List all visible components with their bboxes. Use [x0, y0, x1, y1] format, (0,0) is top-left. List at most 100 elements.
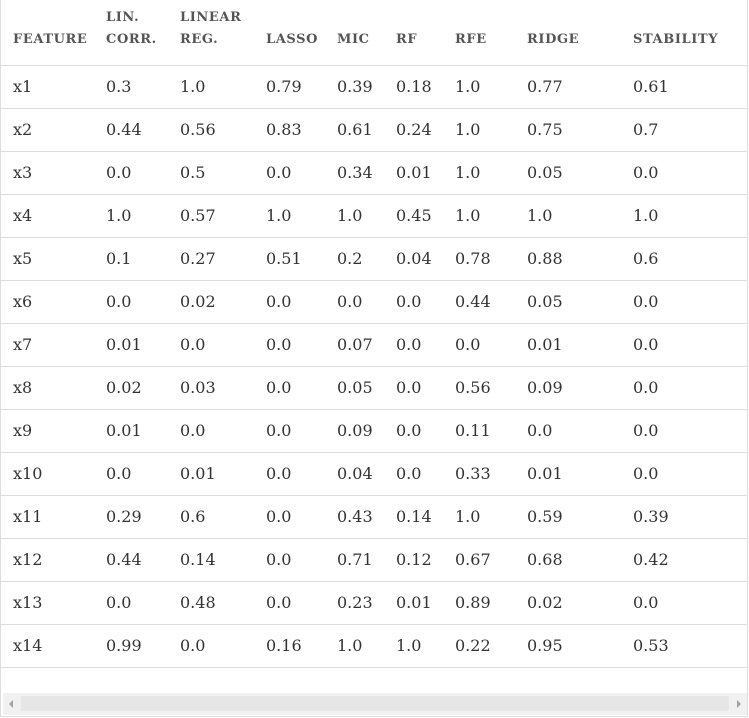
- score-cell: 0.0: [633, 323, 747, 367]
- score-cell: 0.44: [455, 280, 527, 324]
- score-cell: 0.03: [180, 366, 266, 410]
- table-row: x70.010.00.00.070.00.00.010.00.01: [1, 323, 747, 367]
- table-row: x10.31.00.790.390.181.00.770.610.63: [1, 65, 747, 109]
- score-cell: 1.0: [455, 194, 527, 238]
- column-header: RF: [396, 0, 455, 66]
- column-header-label: LINEAR: [180, 9, 242, 25]
- scroll-right-button[interactable]: [731, 693, 747, 715]
- header-row: FEATURE LIN. CORR. LINEAR REG. LASSO MIC RF RFE R…: [1, 0, 747, 66]
- score-cell: 0.01: [396, 581, 455, 625]
- score-cell: 0.2: [337, 237, 396, 281]
- score-cell: 0.59: [527, 495, 633, 539]
- scrollbar-thumb[interactable]: [21, 696, 729, 711]
- score-cell: 0.39: [633, 495, 747, 539]
- score-cell: 0.14: [180, 538, 266, 582]
- score-cell: 0.04: [396, 237, 455, 281]
- score-cell: 0.83: [266, 108, 337, 152]
- table-row: x60.00.020.00.00.00.440.050.00.06: [1, 280, 747, 324]
- score-cell: 1.0: [455, 65, 527, 109]
- score-cell: 1.0: [106, 194, 180, 238]
- column-header-label: LASSO: [266, 31, 319, 47]
- score-cell: 0.0: [266, 538, 337, 582]
- score-cell: 0.01: [527, 452, 633, 496]
- feature-cell: x14: [1, 624, 106, 668]
- score-cell: 0.0: [266, 452, 337, 496]
- column-header-label: FEATURE: [13, 31, 88, 47]
- score-cell: 0.0: [396, 409, 455, 453]
- horizontal-scrollbar[interactable]: [3, 693, 747, 715]
- column-header-label: REG.: [180, 31, 219, 47]
- score-cell: 1.0: [455, 151, 527, 195]
- table-body: x10.31.00.790.390.181.00.770.610.63x20.4…: [1, 65, 747, 668]
- score-cell: 0.0: [396, 323, 455, 367]
- column-header-label: RF: [396, 31, 418, 47]
- score-cell: 0.68: [527, 538, 633, 582]
- column-header-label: RIDGE: [527, 31, 580, 47]
- score-cell: 0.44: [106, 108, 180, 152]
- score-cell: 0.12: [396, 538, 455, 582]
- score-cell: 0.42: [633, 538, 747, 582]
- score-cell: 0.56: [455, 366, 527, 410]
- score-cell: 0.89: [455, 581, 527, 625]
- score-cell: 0.0: [180, 409, 266, 453]
- score-cell: 0.0: [266, 323, 337, 367]
- score-cell: 0.0: [266, 495, 337, 539]
- column-header: LIN. CORR.: [106, 0, 180, 66]
- score-cell: 1.0: [527, 194, 633, 238]
- table-row: x140.990.00.161.01.00.220.950.530.61: [1, 624, 747, 668]
- score-cell: 1.0: [337, 194, 396, 238]
- score-cell: 0.01: [106, 409, 180, 453]
- score-cell: 0.0: [266, 581, 337, 625]
- column-header: FEATURE: [1, 0, 106, 66]
- score-cell: 0.95: [527, 624, 633, 668]
- scroll-left-button[interactable]: [3, 693, 19, 715]
- chevron-right-icon: [736, 700, 742, 708]
- score-cell: 0.0: [180, 323, 266, 367]
- score-cell: 0.0: [633, 409, 747, 453]
- score-cell: 0.11: [455, 409, 527, 453]
- score-cell: 0.07: [337, 323, 396, 367]
- column-header-label: STABILITY: [633, 31, 719, 47]
- table-row: x100.00.010.00.040.00.330.010.00.05: [1, 452, 747, 496]
- score-cell: 0.57: [180, 194, 266, 238]
- feature-cell: x9: [1, 409, 106, 453]
- score-cell: 0.61: [337, 108, 396, 152]
- table-row: x30.00.50.00.340.011.00.050.00.24: [1, 151, 747, 195]
- score-cell: 0.79: [266, 65, 337, 109]
- score-cell: 0.23: [337, 581, 396, 625]
- score-cell: 0.0: [337, 280, 396, 324]
- score-cell: 0.0: [106, 452, 180, 496]
- score-cell: 0.01: [180, 452, 266, 496]
- score-cell: 0.0: [396, 280, 455, 324]
- score-cell: 0.0: [396, 452, 455, 496]
- feature-cell: x1: [1, 65, 106, 109]
- score-cell: 0.67: [455, 538, 527, 582]
- score-cell: 0.0: [633, 280, 747, 324]
- score-cell: 0.0: [106, 280, 180, 324]
- score-cell: 1.0: [337, 624, 396, 668]
- feature-cell: x2: [1, 108, 106, 152]
- score-cell: 0.56: [180, 108, 266, 152]
- score-cell: 0.0: [633, 452, 747, 496]
- score-cell: 0.88: [527, 237, 633, 281]
- score-cell: 0.0: [266, 280, 337, 324]
- table-row: x110.290.60.00.430.141.00.590.390.43: [1, 495, 747, 539]
- score-cell: 0.78: [455, 237, 527, 281]
- column-header-label: MIC: [337, 31, 370, 47]
- column-header: RIDGE: [527, 0, 633, 66]
- score-cell: 1.0: [180, 65, 266, 109]
- score-cell: 0.16: [266, 624, 337, 668]
- column-header: LINEAR REG.: [180, 0, 266, 66]
- score-cell: 0.01: [527, 323, 633, 367]
- score-cell: 0.44: [106, 538, 180, 582]
- chevron-left-icon: [8, 700, 14, 708]
- score-cell: 0.1: [106, 237, 180, 281]
- score-cell: 0.0: [266, 366, 337, 410]
- table-row: x80.020.030.00.050.00.560.090.00.09: [1, 366, 747, 410]
- score-cell: 0.02: [180, 280, 266, 324]
- feature-cell: x7: [1, 323, 106, 367]
- feature-cell: x5: [1, 237, 106, 281]
- score-cell: 0.71: [337, 538, 396, 582]
- score-cell: 0.29: [106, 495, 180, 539]
- score-cell: 0.05: [337, 366, 396, 410]
